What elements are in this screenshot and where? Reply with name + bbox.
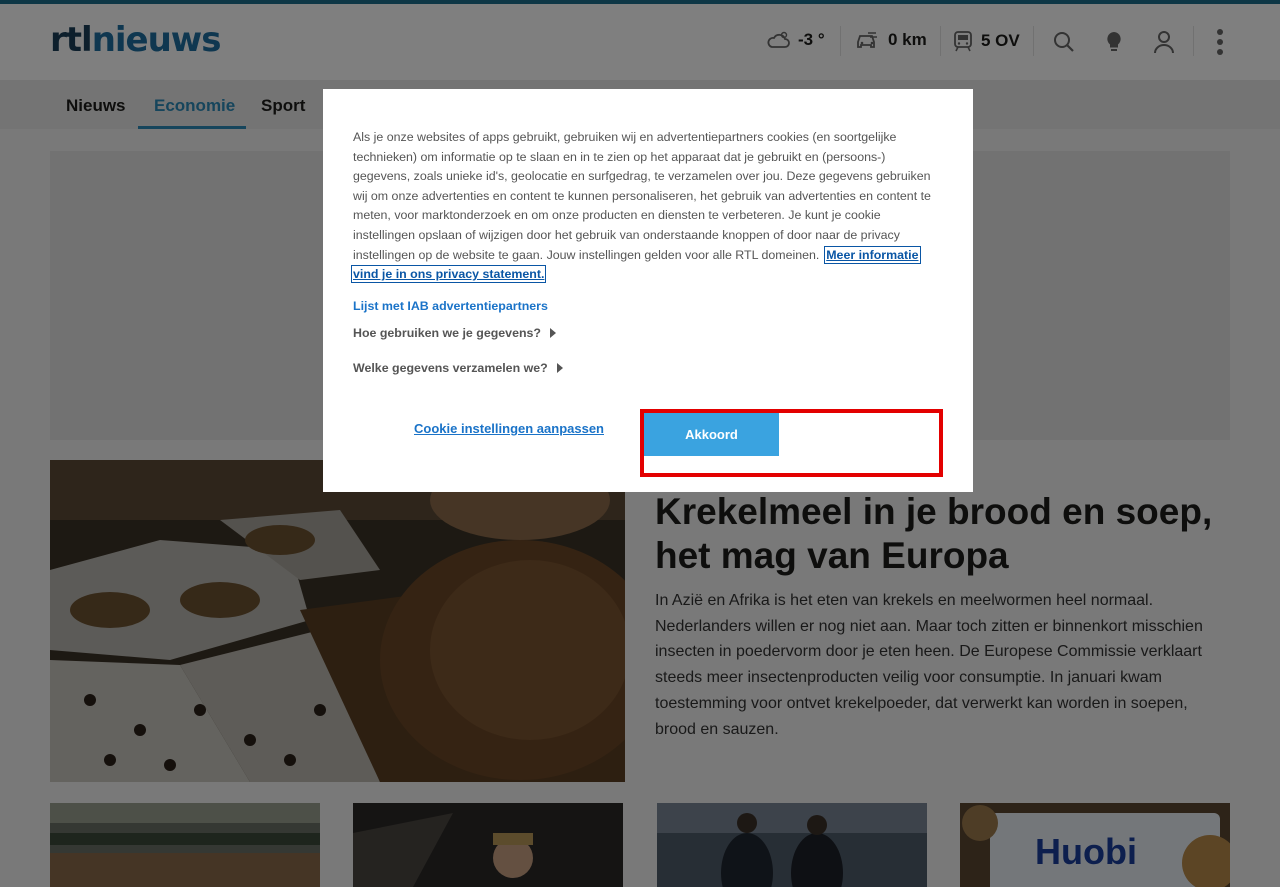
iab-partners-link[interactable]: Lijst met IAB advertentiepartners	[353, 299, 548, 313]
accordion-data-usage-label: Hoe gebruiken we je gegevens?	[353, 326, 541, 340]
accordion-data-collected-label: Welke gegevens verzamelen we?	[353, 361, 548, 375]
cookie-consent-text: Als je onze websites of apps gebruikt, g…	[351, 128, 943, 285]
caret-right-icon	[549, 328, 556, 338]
highlight-box	[640, 409, 943, 477]
caret-right-icon	[556, 363, 563, 373]
accordion-data-usage[interactable]: Hoe gebruiken we je gegevens?	[353, 326, 556, 340]
accordion-data-collected[interactable]: Welke gegevens verzamelen we?	[353, 361, 563, 375]
cookie-settings-link[interactable]: Cookie instellingen aanpassen	[414, 421, 604, 436]
cookie-body-text: Als je onze websites of apps gebruikt, g…	[353, 130, 931, 262]
